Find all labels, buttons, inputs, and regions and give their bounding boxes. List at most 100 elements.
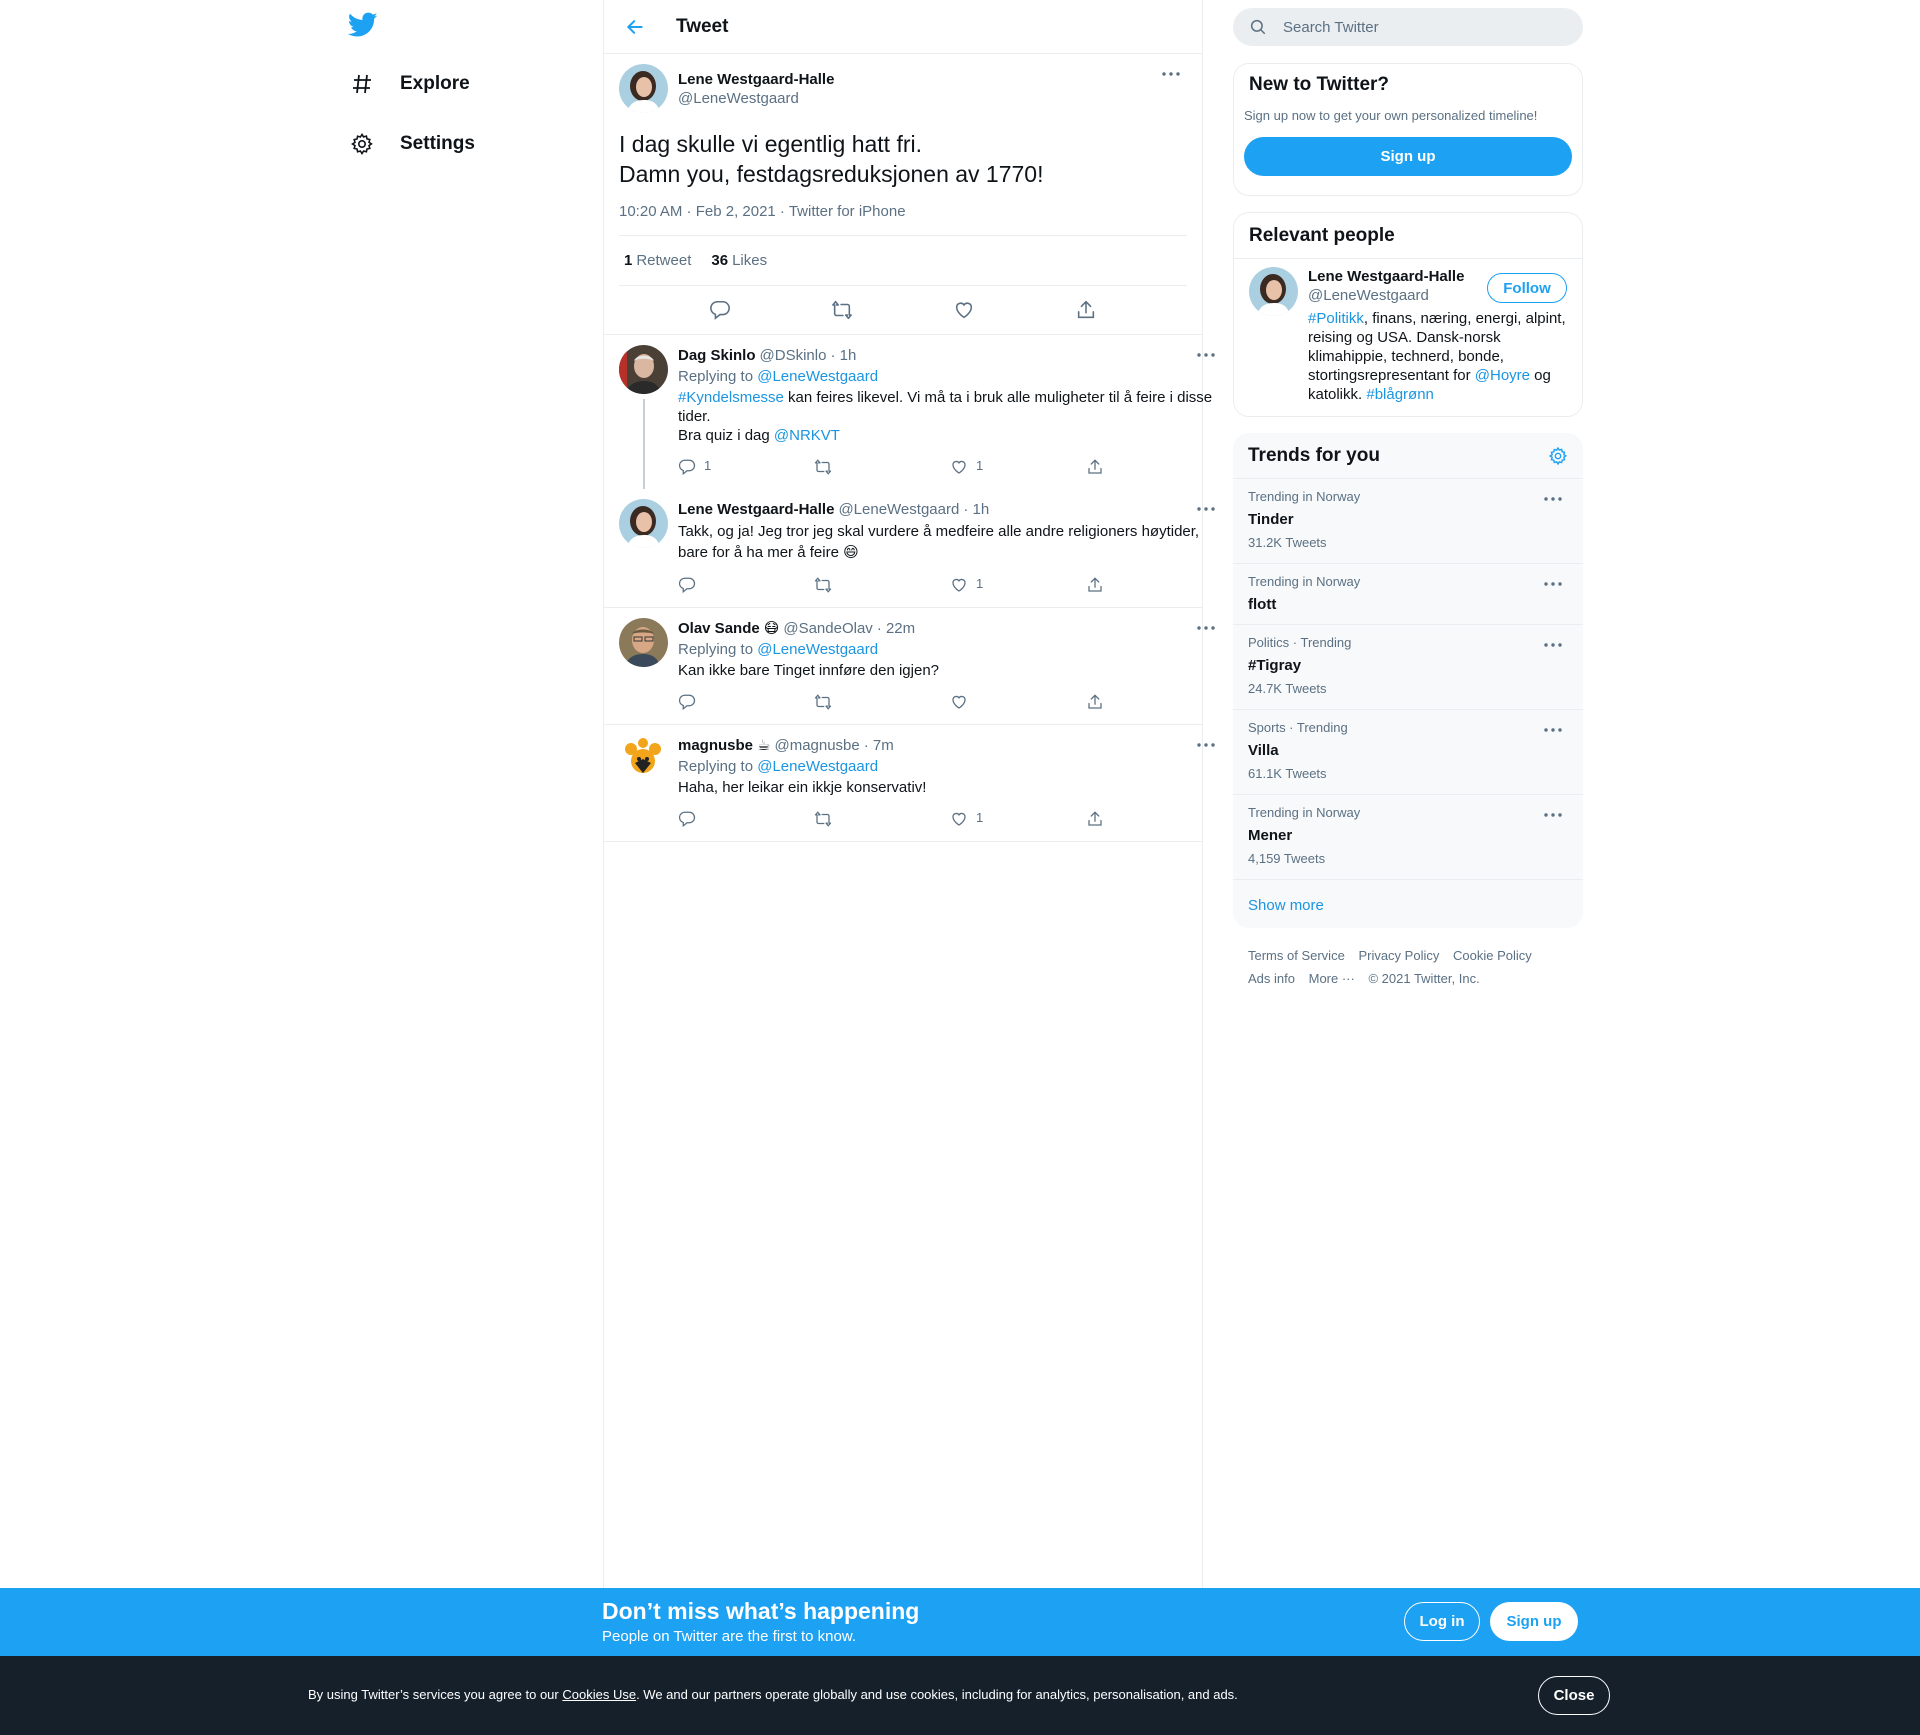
reply-tweet[interactable]: magnusbe ☕ @magnusbe · 7m Replying to @L… — [604, 725, 1215, 842]
relevant-person[interactable]: Lene Westgaard-Halle @LeneWestgaard Foll… — [1234, 259, 1582, 404]
more-options-button[interactable] — [1190, 345, 1222, 365]
more-options-button[interactable] — [1190, 499, 1222, 519]
reply-button[interactable] — [678, 693, 814, 711]
heart-icon — [952, 460, 966, 474]
share-button[interactable] — [1069, 293, 1103, 327]
reply-time[interactable]: · 7m — [864, 736, 894, 755]
reply-button[interactable] — [703, 293, 737, 327]
hashtag-link[interactable]: #blågrønn — [1366, 386, 1434, 403]
mention-link[interactable]: @NRKVT — [774, 427, 840, 444]
avatar[interactable] — [619, 499, 668, 548]
back-button[interactable] — [618, 10, 652, 44]
sign-up-button[interactable]: Sign up — [1490, 1602, 1578, 1641]
follow-button[interactable]: Follow — [1487, 273, 1567, 303]
reply-time[interactable]: · 1h — [830, 346, 856, 365]
hashtag-link[interactable]: #Politikk — [1308, 310, 1364, 327]
share-button[interactable] — [1086, 810, 1222, 828]
mention-link[interactable]: @Hoyre — [1475, 367, 1530, 384]
reply-text: Kan ikke bare Tinget innføre den igjen? — [678, 662, 939, 679]
more-options-button[interactable] — [1537, 635, 1569, 655]
twitter-logo-icon[interactable] — [348, 12, 384, 42]
likes-stat[interactable]: 36 Likes — [711, 252, 767, 269]
trend-item[interactable]: Trending in Norway Tinder 31.2K Tweets — [1233, 479, 1583, 564]
reply-author-name[interactable]: Dag Skinlo — [678, 346, 756, 365]
more-options-button[interactable] — [1537, 720, 1569, 740]
close-button[interactable]: Close — [1538, 1676, 1610, 1715]
reply-tweet[interactable]: Olav Sande 😷 @SandeOlav · 22m Replying t… — [604, 608, 1215, 725]
more-options-button[interactable] — [1537, 805, 1569, 825]
retweet-button[interactable] — [814, 693, 950, 711]
avatar[interactable] — [1249, 267, 1298, 316]
retweet-button[interactable] — [825, 293, 859, 327]
trend-item[interactable]: Sports · Trending Villa 61.1K Tweets — [1233, 710, 1583, 795]
reply-author-handle[interactable]: @SandeOlav — [783, 619, 872, 638]
avatar[interactable] — [619, 735, 668, 784]
share-button[interactable] — [1086, 693, 1222, 711]
reply-author-name[interactable]: Olav Sande — [678, 619, 760, 638]
reply-author-name[interactable]: magnusbe — [678, 736, 753, 755]
search-input[interactable] — [1283, 18, 1543, 36]
reply-author-handle[interactable]: @LeneWestgaard — [838, 500, 959, 519]
share-button[interactable] — [1086, 576, 1222, 594]
retweet-icon — [832, 300, 852, 320]
reply-button[interactable]: 1 — [678, 458, 814, 477]
more-link[interactable]: More ··· — [1309, 971, 1355, 986]
cookie-text: By using Twitter’s services you agree to… — [308, 1687, 1238, 1702]
author-handle[interactable]: @LeneWestgaard — [678, 89, 834, 108]
more-options-button[interactable] — [1190, 735, 1222, 755]
more-options-button[interactable] — [1155, 64, 1187, 84]
sign-up-button[interactable]: Sign up — [1244, 137, 1572, 176]
avatar[interactable] — [619, 345, 668, 394]
ads-info-link[interactable]: Ads info — [1248, 971, 1295, 986]
reply-tweet[interactable]: Dag Skinlo @DSkinlo · 1h Replying to @Le… — [604, 335, 1215, 489]
like-button[interactable]: 1 — [950, 576, 1086, 595]
trends-settings-button[interactable] — [1548, 446, 1568, 466]
avatar[interactable] — [619, 64, 668, 113]
trend-item[interactable]: Politics · Trending #Tigray 24.7K Tweets — [1233, 625, 1583, 710]
retweet-button[interactable] — [814, 458, 950, 476]
log-in-button[interactable]: Log in — [1404, 1602, 1480, 1641]
retweet-button[interactable] — [814, 576, 950, 594]
trend-name: Tinder — [1248, 511, 1294, 528]
nav-explore[interactable]: Explore — [340, 59, 470, 109]
terms-link[interactable]: Terms of Service — [1248, 948, 1345, 963]
person-name[interactable]: Lene Westgaard-Halle — [1308, 267, 1464, 286]
reply-author-name[interactable]: Lene Westgaard-Halle — [678, 500, 834, 519]
nav-settings[interactable]: Settings — [340, 119, 475, 169]
trend-item[interactable]: Trending in Norway Mener 4,159 Tweets — [1233, 795, 1583, 880]
hashtag-link[interactable]: #Kyndelsmesse — [678, 389, 784, 406]
more-options-button[interactable] — [1190, 618, 1222, 638]
more-options-button[interactable] — [1537, 489, 1569, 509]
replying-to-link[interactable]: @LeneWestgaard — [757, 368, 878, 385]
search-box[interactable] — [1233, 8, 1583, 46]
reply-author-handle[interactable]: @DSkinlo — [760, 346, 827, 365]
retweet-button[interactable] — [814, 810, 950, 828]
replying-to-link[interactable]: @LeneWestgaard — [757, 758, 878, 775]
reply-author-handle[interactable]: @magnusbe — [774, 736, 859, 755]
tweet-text-line: I dag skulle vi egentlig hatt fri. — [619, 131, 922, 157]
reply-button[interactable] — [678, 810, 814, 828]
reply-actions: 1 — [678, 567, 1222, 603]
privacy-link[interactable]: Privacy Policy — [1358, 948, 1439, 963]
more-options-button[interactable] — [1537, 574, 1569, 594]
trend-item[interactable]: Trending in Norway flott — [1233, 564, 1583, 625]
avatar[interactable] — [619, 618, 668, 667]
cookies-use-link[interactable]: Cookies Use — [562, 1687, 636, 1702]
reply-tweet[interactable]: Lene Westgaard-Halle @LeneWestgaard · 1h… — [604, 489, 1215, 608]
reply-time[interactable]: · 22m — [877, 619, 915, 638]
like-button[interactable]: 1 — [950, 458, 1086, 477]
person-handle[interactable]: @LeneWestgaard — [1308, 286, 1464, 305]
replying-to-link[interactable]: @LeneWestgaard — [757, 641, 878, 658]
like-button[interactable] — [947, 293, 981, 327]
show-more-link[interactable]: Show more — [1233, 880, 1583, 928]
reply-button[interactable] — [678, 576, 814, 594]
like-button[interactable] — [950, 693, 1086, 711]
retweets-stat[interactable]: 1 Retweet — [624, 252, 691, 269]
cookie-policy-link[interactable]: Cookie Policy — [1453, 948, 1532, 963]
author-name[interactable]: Lene Westgaard-Halle — [678, 70, 834, 89]
like-button[interactable]: 1 — [950, 810, 1086, 829]
reply-time[interactable]: · 1h — [963, 500, 989, 519]
tweet-timestamp[interactable]: 10:20 AM · Feb 2, 2021 · Twitter for iPh… — [619, 203, 1187, 236]
reply-actions: 1 1 — [678, 449, 1222, 485]
share-button[interactable] — [1086, 458, 1222, 476]
